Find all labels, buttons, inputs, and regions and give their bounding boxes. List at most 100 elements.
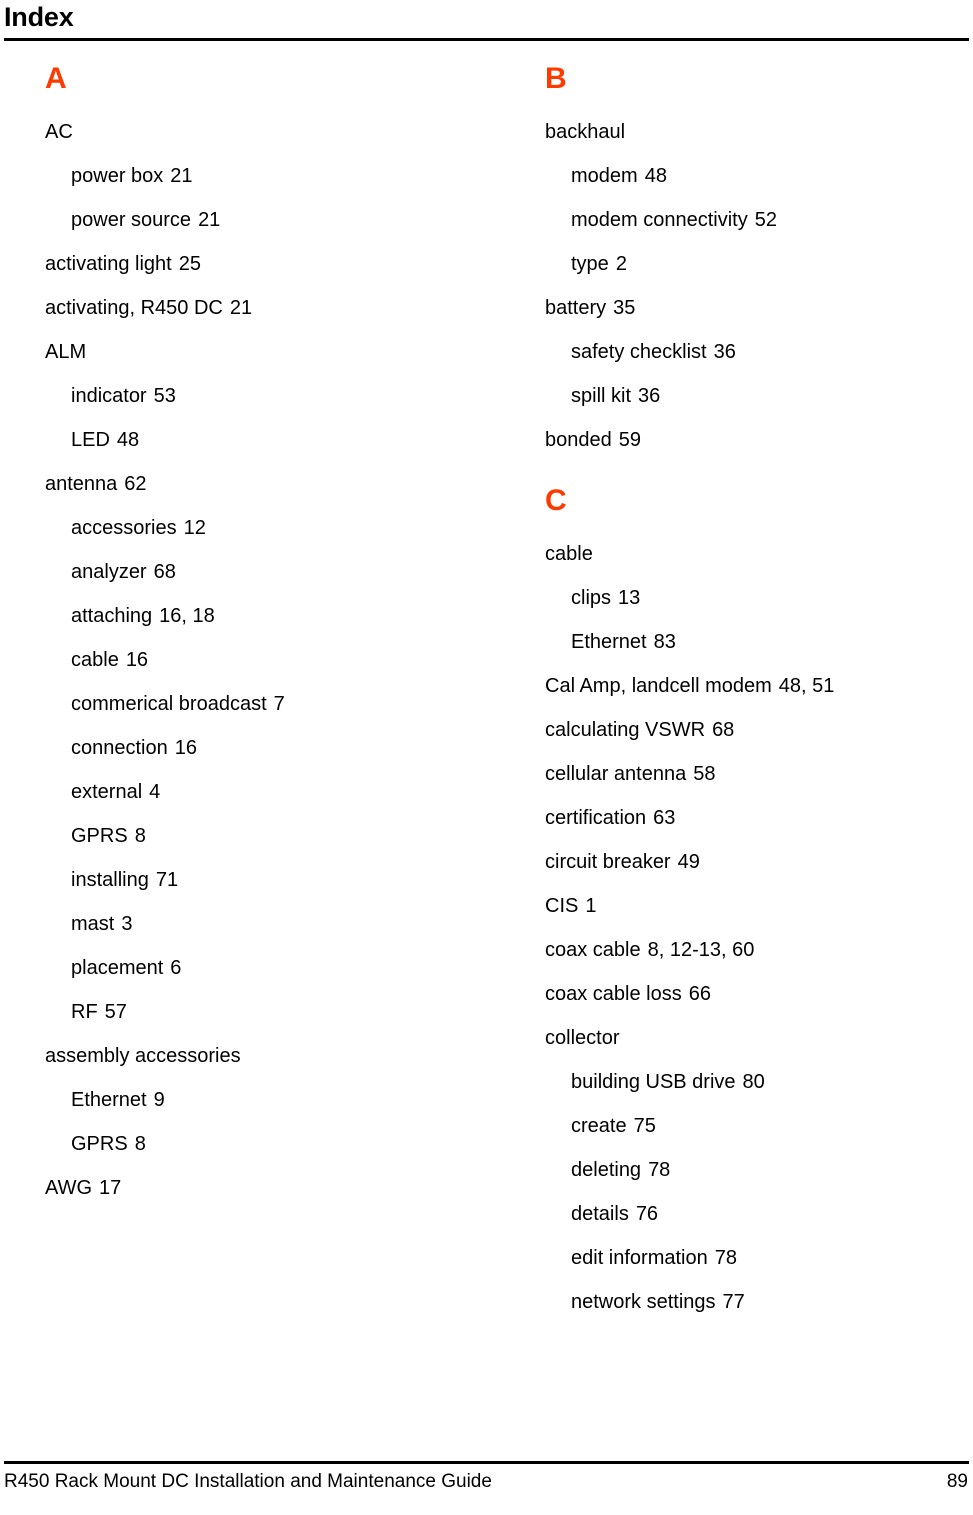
index-entry-list: AC power box 21 power source 21 activating li…	[45, 110, 475, 1210]
index-entry-pages[interactable]: 6	[163, 957, 181, 979]
index-entry[interactable]: accessories 12	[45, 506, 475, 550]
index-entry-pages[interactable]: 49	[671, 851, 700, 873]
index-entry[interactable]: bonded 59	[545, 418, 973, 462]
index-entry-pages[interactable]: 48	[110, 429, 139, 451]
index-entry[interactable]: Ethernet 83	[545, 620, 973, 664]
index-entry-pages[interactable]: 1	[578, 895, 596, 917]
index-entry[interactable]: modem connectivity 52	[545, 198, 973, 242]
index-entry-pages[interactable]: 77	[716, 1291, 745, 1313]
index-entry-pages[interactable]: 8	[128, 1133, 146, 1155]
index-entry-pages[interactable]: 71	[149, 869, 178, 891]
index-entry-term: assembly accessories	[45, 1045, 241, 1067]
index-entry[interactable]: RF 57	[45, 990, 475, 1034]
index-entry[interactable]: analyzer 68	[45, 550, 475, 594]
index-entry-pages[interactable]: 68	[147, 561, 176, 583]
index-entry-pages[interactable]: 13	[611, 587, 640, 609]
index-entry-pages[interactable]: 66	[682, 983, 711, 1005]
index-entry-pages[interactable]: 2	[609, 253, 627, 275]
index-entry-pages[interactable]: 68	[705, 719, 734, 741]
index-entry[interactable]: edit information 78	[545, 1236, 973, 1280]
index-entry[interactable]: activating light 25	[45, 242, 475, 286]
index-entry[interactable]: CIS 1	[545, 884, 973, 928]
index-entry-pages[interactable]: 78	[641, 1159, 670, 1181]
index-entry[interactable]: external 4	[45, 770, 475, 814]
index-entry[interactable]: modem 48	[545, 154, 973, 198]
index-entry[interactable]: collector	[545, 1016, 973, 1060]
index-entry-pages[interactable]: 21	[223, 297, 252, 319]
index-entry-pages[interactable]: 12	[177, 517, 206, 539]
index-entry-pages[interactable]: 63	[646, 807, 675, 829]
index-entry-pages[interactable]: 9	[147, 1089, 165, 1111]
index-entry[interactable]: ALM	[45, 330, 475, 374]
index-entry-pages[interactable]: 62	[117, 473, 146, 495]
index-entry-pages[interactable]: 3	[114, 913, 132, 935]
index-entry[interactable]: GPRS 8	[45, 814, 475, 858]
index-entry[interactable]: battery 35	[545, 286, 973, 330]
index-entry-pages[interactable]: 17	[92, 1177, 121, 1199]
index-entry-pages[interactable]: 16	[168, 737, 197, 759]
index-entry[interactable]: indicator 53	[45, 374, 475, 418]
index-entry-pages[interactable]: 35	[606, 297, 635, 319]
index-entry[interactable]: safety checklist 36	[545, 330, 973, 374]
index-entry[interactable]: Cal Amp, landcell modem 48, 51	[545, 664, 973, 708]
index-entry[interactable]: calculating VSWR 68	[545, 708, 973, 752]
index-entry[interactable]: placement 6	[45, 946, 475, 990]
index-entry-term: bonded	[545, 429, 612, 451]
index-entry[interactable]: assembly accessories	[45, 1034, 475, 1078]
index-entry-pages[interactable]: 80	[736, 1071, 765, 1093]
index-entry[interactable]: coax cable 8, 12-13, 60	[545, 928, 973, 972]
index-entry-pages[interactable]: 53	[147, 385, 176, 407]
index-entry[interactable]: LED 48	[45, 418, 475, 462]
index-entry-pages[interactable]: 57	[98, 1001, 127, 1023]
index-entry[interactable]: commerical broadcast 7	[45, 682, 475, 726]
index-entry[interactable]: Ethernet 9	[45, 1078, 475, 1122]
index-entry[interactable]: circuit breaker 49	[545, 840, 973, 884]
index-entry[interactable]: AC	[45, 110, 475, 154]
index-entry-pages[interactable]: 83	[647, 631, 676, 653]
index-entry[interactable]: details 76	[545, 1192, 973, 1236]
index-entry[interactable]: GPRS 8	[45, 1122, 475, 1166]
index-entry-pages[interactable]: 16	[119, 649, 148, 671]
index-entry-pages[interactable]: 75	[627, 1115, 656, 1137]
index-entry-pages[interactable]: 4	[142, 781, 160, 803]
index-entry-pages[interactable]: 36	[631, 385, 660, 407]
index-entry[interactable]: mast 3	[45, 902, 475, 946]
index-entry-pages[interactable]: 25	[172, 253, 201, 275]
index-entry[interactable]: create 75	[545, 1104, 973, 1148]
index-entry[interactable]: activating, R450 DC 21	[45, 286, 475, 330]
index-entry[interactable]: cable 16	[45, 638, 475, 682]
index-entry-pages[interactable]: 58	[686, 763, 715, 785]
index-entry[interactable]: cable	[545, 532, 973, 576]
index-entry[interactable]: attaching 16, 18	[45, 594, 475, 638]
index-entry-pages[interactable]: 21	[163, 165, 192, 187]
index-entry-pages[interactable]: 16, 18	[152, 605, 215, 627]
index-entry-pages[interactable]: 8	[128, 825, 146, 847]
index-entry[interactable]: installing 71	[45, 858, 475, 902]
index-entry-pages[interactable]: 48	[638, 165, 667, 187]
index-entry[interactable]: type 2	[545, 242, 973, 286]
index-entry-pages[interactable]: 76	[629, 1203, 658, 1225]
index-entry-pages[interactable]: 48, 51	[772, 675, 835, 697]
index-entry[interactable]: connection 16	[45, 726, 475, 770]
index-entry[interactable]: building USB drive 80	[545, 1060, 973, 1104]
index-entry[interactable]: antenna 62	[45, 462, 475, 506]
index-entry[interactable]: coax cable loss 66	[545, 972, 973, 1016]
index-entry[interactable]: backhaul	[545, 110, 973, 154]
index-entry-pages[interactable]: 52	[748, 209, 777, 231]
index-entry-pages[interactable]: 36	[707, 341, 736, 363]
index-entry[interactable]: power box 21	[45, 154, 475, 198]
index-entry-pages[interactable]: 7	[267, 693, 285, 715]
index-entry-pages[interactable]: 8, 12-13, 60	[641, 939, 755, 961]
index-entry[interactable]: clips 13	[545, 576, 973, 620]
index-entry-pages[interactable]: 78	[708, 1247, 737, 1269]
index-entry-term: spill kit	[571, 385, 632, 407]
index-entry-pages[interactable]: 21	[191, 209, 220, 231]
index-entry[interactable]: power source 21	[45, 198, 475, 242]
index-entry[interactable]: network settings 77	[545, 1280, 973, 1324]
index-entry-pages[interactable]: 59	[612, 429, 641, 451]
index-entry[interactable]: cellular antenna 58	[545, 752, 973, 796]
index-entry[interactable]: AWG 17	[45, 1166, 475, 1210]
index-entry[interactable]: spill kit 36	[545, 374, 973, 418]
index-entry[interactable]: deleting 78	[545, 1148, 973, 1192]
index-entry[interactable]: certification 63	[545, 796, 973, 840]
